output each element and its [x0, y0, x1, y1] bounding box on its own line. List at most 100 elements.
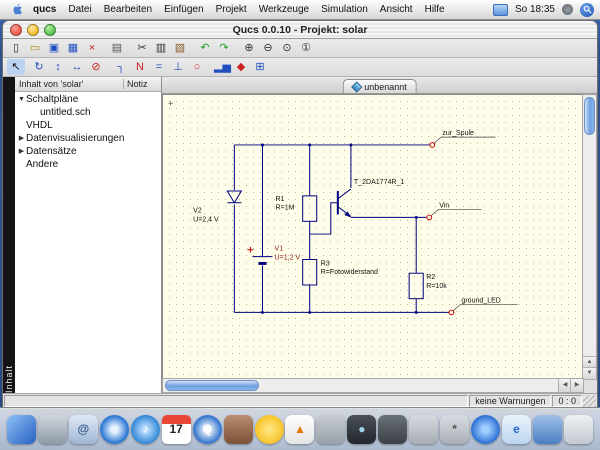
zoom-in-button[interactable]: ⊕ [240, 40, 258, 56]
scroll-right-button[interactable]: ▶ [570, 379, 583, 392]
schematic-sheet[interactable]: + [162, 94, 584, 380]
node-label-ground-led[interactable]: ground_LED [461, 298, 500, 305]
vertical-scrollbar[interactable]: ▲ ▼ [582, 94, 597, 380]
dock-icon-quicktime[interactable]: Q [193, 415, 222, 444]
diagram-tool-button[interactable]: ▂▅ [213, 59, 231, 75]
content-dock-tab[interactable]: Inhalt [3, 77, 15, 393]
menubar-item[interactable]: Bearbeiten [98, 4, 158, 15]
scroll-down-button[interactable]: ▼ [583, 367, 596, 379]
diode-component[interactable] [227, 191, 241, 203]
equation-button[interactable]: = [150, 59, 168, 75]
r2-name-label[interactable]: R2 [426, 274, 435, 281]
dock-icon-qucs[interactable] [533, 415, 562, 444]
zoom-out-button[interactable]: ⊖ [259, 40, 277, 56]
menubar-item[interactable]: Projekt [210, 4, 253, 15]
horizontal-scrollbar-thumb[interactable] [165, 380, 259, 391]
r3-name-label[interactable]: R3 [321, 260, 330, 267]
r3-value-label[interactable]: R=Fotowiderstand [321, 269, 378, 276]
menubar-item[interactable]: Einfügen [158, 4, 209, 15]
deactivate-button[interactable]: ⊘ [87, 59, 105, 75]
menubar-clock[interactable]: So 18:35 [515, 4, 555, 15]
menubar-item[interactable]: Hilfe [419, 4, 451, 15]
dock-icon-blue-globe[interactable] [471, 415, 500, 444]
dock-icon-internet-explorer[interactable]: e [502, 415, 531, 444]
save-all-button[interactable]: ▦ [64, 40, 82, 56]
menu-app-name[interactable]: qucs [27, 4, 62, 15]
node-label-vin[interactable]: Vin [439, 203, 449, 210]
zoom-100-button[interactable]: ① [297, 40, 315, 56]
wire-tool-button[interactable]: ┐ [112, 59, 130, 75]
tree-expander-icon[interactable]: ▼ [17, 93, 26, 106]
mirror-y-button[interactable]: ↔ [68, 59, 86, 75]
tree-item-andere[interactable]: Andere [15, 158, 161, 171]
save-file-button[interactable]: ▣ [45, 40, 63, 56]
window-titlebar[interactable]: Qucs 0.0.10 - Projekt: solar [3, 21, 597, 39]
dock-icon-finder[interactable] [7, 415, 36, 444]
dock-icon-disk[interactable] [409, 415, 438, 444]
tree-item-untitled-sch[interactable]: untitled.sch [15, 106, 161, 119]
node-label-zur-spule[interactable]: zur_Spule [442, 130, 474, 137]
v2-value-label[interactable]: U=2,4 V [193, 216, 219, 223]
window-resize-grip[interactable] [583, 395, 596, 407]
dock-icon-dark-app[interactable] [378, 415, 407, 444]
zoom-fit-button[interactable]: ⊙ [278, 40, 296, 56]
print-button[interactable]: ▤ [108, 40, 126, 56]
schematic-drawing[interactable]: + [163, 95, 583, 379]
spotlight-icon[interactable] [580, 3, 594, 17]
dock-icon-ical[interactable]: 17 [162, 415, 191, 444]
copy-button[interactable]: ▥ [152, 40, 170, 56]
undo-button[interactable]: ↶ [196, 40, 214, 56]
dock-icon-itunes[interactable]: ♪ [131, 415, 160, 444]
tree-expander-icon[interactable]: ▶ [17, 132, 26, 145]
vertical-scrollbar-thumb[interactable] [584, 97, 595, 135]
close-file-button[interactable]: × [83, 40, 101, 56]
horizontal-scrollbar[interactable]: ◀ ▶ [162, 378, 584, 393]
new-file-button[interactable]: ▯ [7, 40, 25, 56]
tree-item-datenvisualisierungen[interactable]: ▶ Datenvisualisierungen [15, 132, 161, 145]
dock-icon-gray-app[interactable] [316, 415, 345, 444]
dock-icon-vlc[interactable]: ▲ [285, 415, 314, 444]
tab-unbenannt[interactable]: unbenannt [342, 79, 417, 93]
rotate-button[interactable]: ↻ [30, 59, 48, 75]
r1-name-label[interactable]: R1 [276, 196, 285, 203]
dock-icon-camera[interactable]: ● [347, 415, 376, 444]
sync-menu-icon[interactable] [562, 4, 573, 15]
tree-item-schaltplaene[interactable]: ▼ Schaltpläne [15, 93, 161, 106]
resistor-r1-component[interactable] [303, 196, 317, 221]
menubar-item[interactable]: Ansicht [374, 4, 419, 15]
resistor-r2-component[interactable] [409, 273, 423, 298]
mirror-x-button[interactable]: ↕ [49, 59, 67, 75]
dock-icon-safari[interactable] [100, 415, 129, 444]
transistor-name-label[interactable]: T_2DA1774R_1 [354, 179, 405, 186]
dock-icon-photos[interactable] [224, 415, 253, 444]
menubar-item[interactable]: Simulation [315, 4, 374, 15]
r1-value-label[interactable]: R=1M [276, 205, 295, 212]
select-pointer-button[interactable]: ↖ [7, 59, 25, 75]
resistor-r3-component[interactable] [303, 260, 317, 285]
ground-tool-button[interactable]: ⊥ [169, 59, 187, 75]
tree-item-vhdl[interactable]: VHDL [15, 119, 161, 132]
dock-icon-system-preferences[interactable]: * [440, 415, 469, 444]
battery-v1-component[interactable] [247, 247, 272, 264]
paste-button[interactable]: ▧ [171, 40, 189, 56]
cut-button[interactable]: ✂ [133, 40, 151, 56]
subcircuit-button[interactable]: ⊞ [251, 59, 269, 75]
menubar-item[interactable]: Datei [62, 4, 97, 15]
node-name-button[interactable]: N [131, 59, 149, 75]
marker-tool-button[interactable]: ◆ [232, 59, 250, 75]
v1-value-label[interactable]: U=1,2 V [275, 255, 301, 262]
v2-name-label[interactable]: V2 [193, 208, 202, 215]
schematic-wires[interactable] [234, 145, 449, 312]
open-file-button[interactable]: ▭ [26, 40, 44, 56]
dock-icon-mail[interactable]: @ [69, 415, 98, 444]
menubar-item[interactable]: Werkzeuge [253, 4, 315, 15]
tree-expander-icon[interactable]: ▶ [17, 145, 26, 158]
v1-name-label[interactable]: V1 [275, 246, 284, 253]
dock-icon-trash[interactable] [564, 415, 593, 444]
displays-menu-icon[interactable] [493, 4, 508, 16]
transistor-component[interactable] [338, 189, 351, 217]
dock-icon-smiley[interactable] [255, 415, 284, 444]
port-tool-button[interactable]: ○ [188, 59, 206, 75]
tree-item-datensaetze[interactable]: ▶ Datensätze [15, 145, 161, 158]
redo-button[interactable]: ↷ [215, 40, 233, 56]
